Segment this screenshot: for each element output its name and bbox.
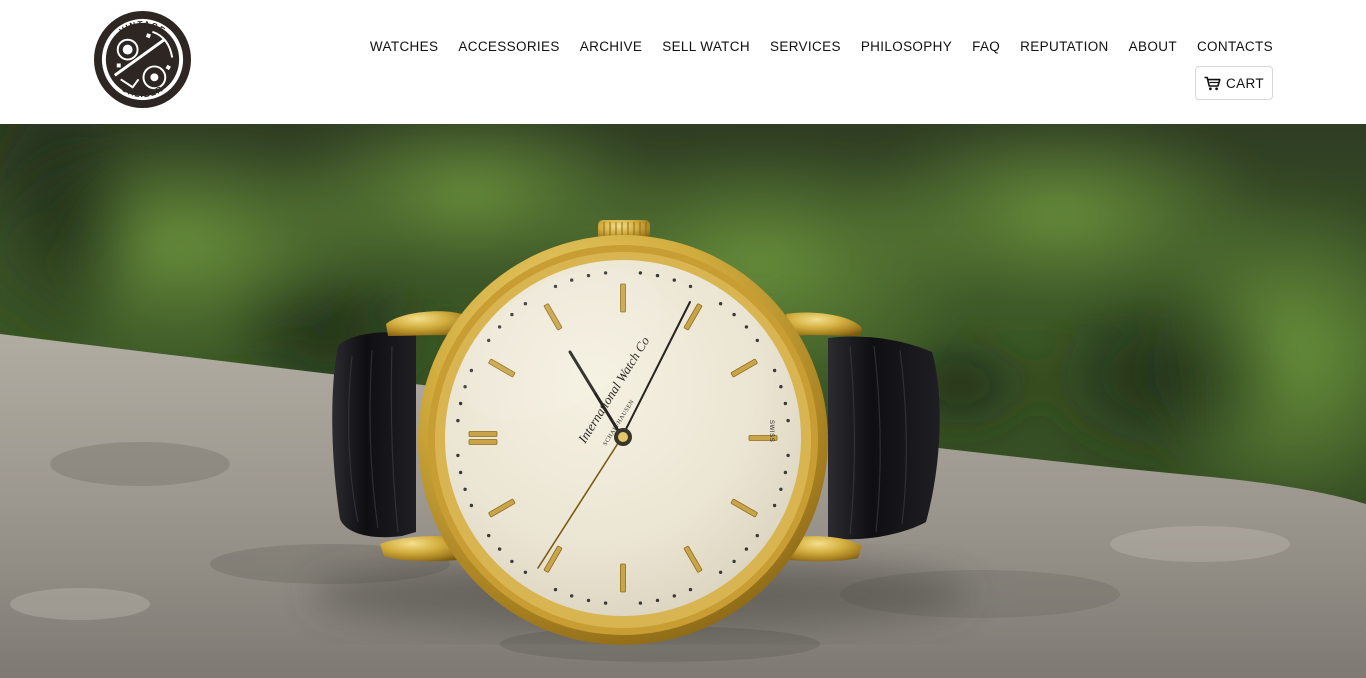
- nav-item-philosophy[interactable]: PHILOSOPHY: [861, 38, 952, 56]
- minute-dot: [786, 418, 790, 423]
- minute-dot: [783, 401, 788, 406]
- minute-dot: [570, 594, 574, 598]
- minute-dot: [655, 273, 660, 278]
- logo-link[interactable]: VINTAGE CALIBER: [93, 10, 192, 109]
- minute-dot: [638, 271, 643, 275]
- minute-dot: [732, 312, 736, 317]
- nav-item-faq[interactable]: FAQ: [972, 38, 1000, 56]
- cart-label: CART: [1226, 75, 1264, 91]
- nav-item-archive[interactable]: ARCHIVE: [580, 38, 642, 56]
- minute-dot: [463, 487, 467, 491]
- minute-dot: [718, 570, 723, 574]
- minute-dot: [603, 601, 608, 605]
- minute-dot: [523, 570, 528, 574]
- minute-dot: [655, 598, 660, 603]
- minute-dot: [688, 284, 693, 289]
- vintage-caliber-logo-icon: VINTAGE CALIBER: [93, 10, 192, 109]
- nav-item-services[interactable]: SERVICES: [770, 38, 841, 56]
- minute-dot: [783, 470, 788, 475]
- minute-dot: [772, 503, 777, 508]
- minute-dot: [786, 453, 790, 458]
- site-header: VINTAGE CALIBER WATCHES ACCESSORIES ARCH…: [0, 0, 1366, 124]
- cart-icon: [1204, 76, 1221, 91]
- minute-dot: [688, 587, 693, 592]
- dial-marking-text: SWISS: [768, 420, 774, 442]
- minute-dot: [553, 587, 558, 592]
- hour-index: [620, 563, 626, 593]
- minute-dot: [744, 547, 749, 551]
- minute-dot: [458, 401, 463, 406]
- hero-banner: International Watch Co SCHAFFHAUSEN SWIS…: [0, 124, 1366, 678]
- nav-item-sell-watch[interactable]: SELL WATCH: [662, 38, 750, 56]
- minute-dot: [487, 533, 491, 538]
- minute-dot: [755, 338, 759, 343]
- minute-dot: [497, 547, 502, 551]
- minute-dot: [469, 503, 474, 508]
- minute-dot: [755, 533, 759, 538]
- minute-dot: [772, 368, 777, 373]
- minute-dot: [456, 418, 460, 423]
- main-nav: WATCHES ACCESSORIES ARCHIVE SELL WATCH S…: [370, 38, 1273, 56]
- nav-item-about[interactable]: ABOUT: [1129, 38, 1177, 56]
- minute-dot: [672, 594, 676, 598]
- minute-dot: [510, 559, 514, 564]
- nav-item-reputation[interactable]: REPUTATION: [1020, 38, 1109, 56]
- nav-item-accessories[interactable]: ACCESSORIES: [458, 38, 559, 56]
- minute-dot: [779, 385, 783, 389]
- minute-dot: [458, 470, 463, 475]
- minute-dot: [718, 302, 723, 306]
- minute-dot: [779, 487, 783, 491]
- nav-item-watches[interactable]: WATCHES: [370, 38, 438, 56]
- cart-button[interactable]: CART: [1195, 66, 1273, 100]
- minute-dot: [456, 453, 460, 458]
- minute-dot: [672, 278, 676, 282]
- minute-dot: [638, 601, 643, 605]
- minute-dot: [744, 325, 749, 329]
- minute-dot: [732, 559, 736, 564]
- hero-watch-photo: International Watch Co SCHAFFHAUSEN SWIS…: [0, 124, 1366, 678]
- minute-dot: [586, 598, 591, 603]
- nav-item-contacts[interactable]: CONTACTS: [1197, 38, 1273, 56]
